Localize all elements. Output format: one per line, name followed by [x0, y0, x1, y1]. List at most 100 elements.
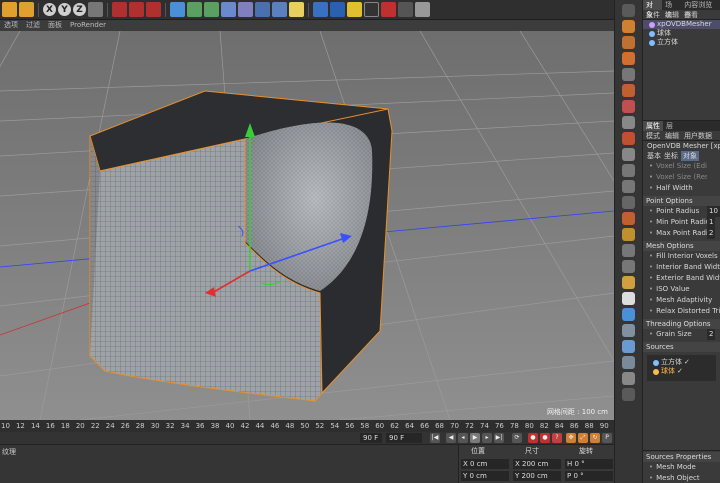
- deformer-icon[interactable]: [238, 2, 253, 17]
- subtab-basic[interactable]: 基本: [647, 151, 661, 161]
- previous-frame-icon[interactable]: ◂: [458, 433, 468, 443]
- viewport-menu-filter[interactable]: 过滤: [26, 20, 40, 31]
- section-sources[interactable]: Sources: [643, 342, 720, 352]
- section-point-options[interactable]: Point Options: [643, 196, 720, 206]
- workplane-mode-icon[interactable]: [622, 52, 635, 65]
- rotation-p-field[interactable]: P 0 °: [565, 471, 613, 481]
- sphere-tool-icon[interactable]: [622, 308, 635, 321]
- param-half-width[interactable]: Half Width: [643, 183, 720, 194]
- menu-file[interactable]: 文件: [646, 10, 660, 19]
- subdivision-icon[interactable]: [204, 2, 219, 17]
- param-interior-band-width[interactable]: Interior Band Width: [643, 262, 720, 273]
- x-axis-button[interactable]: X: [43, 3, 56, 16]
- param-grain-size[interactable]: Grain Size2: [643, 329, 720, 340]
- xp-fluid-icon[interactable]: [398, 2, 413, 17]
- rotation-key-icon[interactable]: ↻: [590, 433, 600, 443]
- coordinate-system-icon[interactable]: [88, 2, 103, 17]
- loop-icon[interactable]: ⟳: [512, 433, 522, 443]
- enable-axis-icon[interactable]: [622, 116, 635, 129]
- go-to-start-icon[interactable]: |◀: [430, 433, 440, 443]
- param-mesh-adaptivity[interactable]: Mesh Adaptivity: [643, 295, 720, 306]
- render-picture-icon[interactable]: [129, 2, 144, 17]
- z-axis-button[interactable]: Z: [73, 3, 86, 16]
- menu-user-data[interactable]: 用户数据: [684, 131, 712, 140]
- y-axis-button[interactable]: Y: [58, 3, 71, 16]
- subtab-object[interactable]: 对象: [681, 151, 699, 161]
- render-region-icon[interactable]: [622, 260, 635, 273]
- xp-system-icon[interactable]: [364, 2, 379, 17]
- points-mode-icon[interactable]: [622, 68, 635, 81]
- subtab-coord[interactable]: 坐标: [664, 151, 678, 161]
- solo-icon[interactable]: [622, 212, 635, 225]
- object-row-sphere[interactable]: 球体: [643, 29, 720, 38]
- camera-icon[interactable]: [272, 2, 287, 17]
- render-view-icon[interactable]: [112, 2, 127, 17]
- checkmark-icon[interactable]: ✓: [677, 367, 683, 376]
- position-key-icon[interactable]: ✥: [566, 433, 576, 443]
- param-voxel-size-editor[interactable]: Voxel Size (Editor): [643, 161, 720, 172]
- xp-cache-icon[interactable]: [381, 2, 396, 17]
- xp-icon[interactable]: [622, 292, 635, 305]
- position-x-field[interactable]: X 0 cm: [461, 459, 509, 469]
- planar-workplane-icon[interactable]: [622, 180, 635, 193]
- tab-takes[interactable]: 场次: [662, 0, 681, 19]
- xp-emitter-icon[interactable]: [330, 2, 345, 17]
- tab-attributes[interactable]: 属性: [643, 121, 663, 131]
- viewport-solo-icon[interactable]: [622, 244, 635, 257]
- param-exterior-band-width[interactable]: Exterior Band Width: [643, 273, 720, 284]
- material-menu-texture[interactable]: 纹理: [2, 447, 16, 457]
- xp-sun-icon[interactable]: [347, 2, 362, 17]
- parameter-key-icon[interactable]: P: [602, 433, 612, 443]
- script-tool-icon[interactable]: [622, 388, 635, 401]
- tweak-mode-icon[interactable]: [622, 132, 635, 145]
- cylinder-tool-icon[interactable]: [622, 324, 635, 337]
- param-min-point-radius[interactable]: Min Point Radius1: [643, 217, 720, 228]
- record-icon[interactable]: ●: [528, 433, 538, 443]
- viewport-menu-panel[interactable]: 面板: [48, 20, 62, 31]
- xp-settings-icon[interactable]: [415, 2, 430, 17]
- rotation-h-field[interactable]: H 0 °: [565, 459, 613, 469]
- menu-mode[interactable]: 模式: [646, 131, 660, 140]
- section-threading-options[interactable]: Threading Options: [643, 319, 720, 329]
- size-x-field[interactable]: X 200 cm: [513, 459, 561, 469]
- play-icon[interactable]: ▶: [470, 433, 480, 443]
- timeline-ruler[interactable]: 10 12 14 16 18 20 22 24 26 28 30 32 34 36 38 40 42 44 46 48…: [0, 420, 614, 432]
- texture-mode-icon[interactable]: [622, 36, 635, 49]
- section-sources-properties[interactable]: Sources Properties: [643, 452, 720, 462]
- quantize-icon[interactable]: [622, 196, 635, 209]
- floor-icon[interactable]: [255, 2, 270, 17]
- menu-edit[interactable]: 编辑: [665, 131, 679, 140]
- perspective-viewport[interactable]: 网格间距 : 100 cm: [0, 31, 614, 420]
- object-row-cube[interactable]: 立方体: [643, 38, 720, 47]
- param-value-field[interactable]: 2: [707, 329, 716, 340]
- cube-icon[interactable]: [170, 2, 185, 17]
- next-frame-icon[interactable]: ▸: [482, 433, 492, 443]
- autokey-icon[interactable]: ●: [540, 433, 550, 443]
- go-to-end-icon[interactable]: ▶|: [494, 433, 504, 443]
- keyframe-selection-icon[interactable]: ?: [552, 433, 562, 443]
- tab-layers[interactable]: 层: [663, 121, 676, 131]
- layer-tool-icon[interactable]: [622, 372, 635, 385]
- param-mesh-object[interactable]: Mesh Object: [643, 473, 720, 483]
- render-settings-icon[interactable]: [146, 2, 161, 17]
- edges-mode-icon[interactable]: [622, 84, 635, 97]
- scale-key-icon[interactable]: ⤢: [578, 433, 588, 443]
- undo-icon[interactable]: [2, 2, 17, 17]
- light-icon[interactable]: [289, 2, 304, 17]
- snap-icon[interactable]: [622, 148, 635, 161]
- xp-explosia-icon[interactable]: [313, 2, 328, 17]
- tab-objects[interactable]: 对象: [643, 0, 663, 19]
- param-mesh-mode[interactable]: Mesh Mode: [643, 462, 720, 473]
- size-y-field[interactable]: Y 200 cm: [513, 471, 561, 481]
- instance-tool-icon[interactable]: [622, 356, 635, 369]
- source-item-cube[interactable]: 立方体 ✓: [647, 358, 716, 367]
- source-item-sphere[interactable]: 球体 ✓: [647, 367, 716, 376]
- param-value-field[interactable]: 1: [707, 217, 716, 228]
- param-value-field[interactable]: 2: [707, 228, 716, 239]
- param-relax-distorted[interactable]: Relax Distorted Trian: [643, 306, 720, 317]
- menu-view[interactable]: 查看: [684, 10, 698, 19]
- tab-content-browser[interactable]: 内容浏览器: [681, 0, 720, 19]
- start-frame-field[interactable]: 90 F: [360, 433, 382, 443]
- locked-workplane-icon[interactable]: [622, 164, 635, 177]
- soft-selection-icon[interactable]: [622, 228, 635, 241]
